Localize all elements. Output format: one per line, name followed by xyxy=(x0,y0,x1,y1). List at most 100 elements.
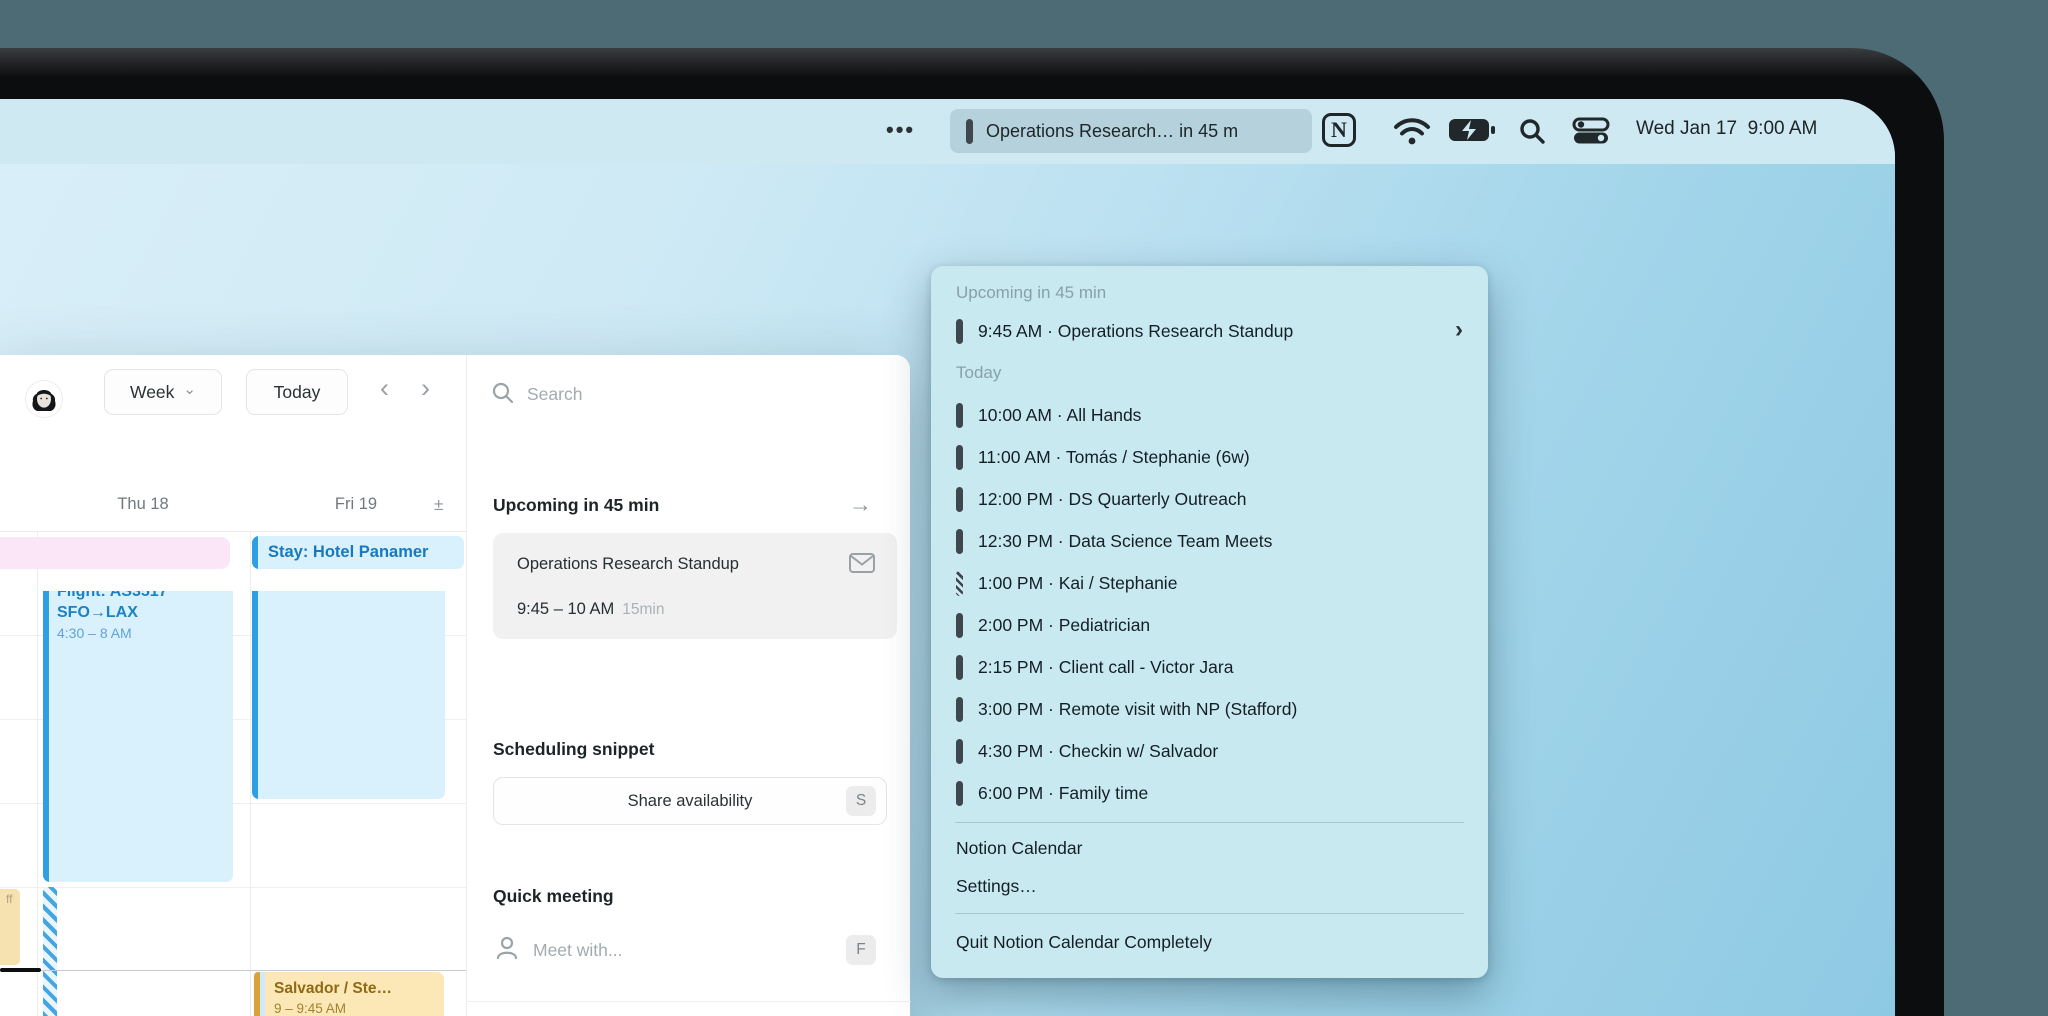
menu-item-settings[interactable]: Settings… xyxy=(931,867,1488,905)
card-event-time: 9:45 – 10 AM 15min xyxy=(517,600,665,618)
current-time-line xyxy=(41,970,466,971)
battery-charging-icon[interactable] xyxy=(1448,117,1496,143)
menu-item-quit[interactable]: Quit Notion Calendar Completely xyxy=(931,923,1488,961)
dropdown-event-item[interactable]: 2:00 PM · Pediatrician xyxy=(931,604,1488,646)
calendar-menu-dropdown: Upcoming in 45 min 9:45 AM · Operations … xyxy=(931,266,1488,978)
dropdown-event-label: 6:00 PM · Family time xyxy=(978,782,1149,803)
card-event-duration: 15min xyxy=(622,601,665,618)
search-icon xyxy=(492,382,514,404)
event-bar-icon xyxy=(956,612,963,638)
dropdown-event-label: 2:00 PM · Pediatrician xyxy=(978,614,1151,635)
dropdown-event-item[interactable]: 10:00 AM · All Hands xyxy=(931,394,1488,436)
next-week-button[interactable]: › xyxy=(421,373,430,404)
desktop: ••• Operations Research… in 45 m N Wed J… xyxy=(0,0,2048,1016)
all-day-event-pink[interactable] xyxy=(0,537,230,569)
screen-wallpaper: ••• Operations Research… in 45 m N Wed J… xyxy=(0,99,1895,1016)
event-bar-icon xyxy=(956,780,963,806)
dropdown-today-header: Today xyxy=(956,363,1002,382)
event-color-bar xyxy=(43,591,49,882)
wifi-icon[interactable] xyxy=(1392,117,1432,147)
dropdown-event-item[interactable]: 12:00 PM · DS Quarterly Outreach xyxy=(931,478,1488,520)
menu-item-notion-calendar[interactable]: Notion Calendar xyxy=(931,829,1488,867)
menu-bar-calendar-label: Operations Research… in 45 m xyxy=(986,120,1239,141)
notion-badge-letter: N xyxy=(1331,117,1347,142)
dropdown-event-label: 1:00 PM · Kai / Stephanie xyxy=(978,572,1178,593)
event-bar-icon xyxy=(956,738,963,764)
dropdown-event-item[interactable]: 4:30 PM · Checkin w/ Salvador xyxy=(931,730,1488,772)
dropdown-event-label: 11:00 AM · Tomás / Stephanie (6w) xyxy=(978,446,1250,467)
search-input[interactable] xyxy=(525,379,789,409)
dropdown-event-item[interactable]: 1:00 PM · Kai / Stephanie xyxy=(931,562,1488,604)
email-icon[interactable] xyxy=(849,553,875,573)
scheduling-section-title: Scheduling snippet xyxy=(493,739,655,759)
event-bar-icon xyxy=(956,654,963,680)
notion-menu-icon[interactable]: N xyxy=(1322,113,1356,147)
event-bar-icon xyxy=(956,318,963,344)
dropdown-event-item[interactable]: 12:30 PM · Data Science Team Meets xyxy=(931,520,1488,562)
event-bar-icon xyxy=(956,528,963,554)
today-button-label: Today xyxy=(273,381,321,402)
side-panel: Upcoming in 45 min → Operations Research… xyxy=(466,355,911,1016)
quick-meeting-section-title: Quick meeting xyxy=(493,886,614,906)
arrow-right-icon[interactable]: → xyxy=(849,491,872,518)
event-title: Stay: Hotel Panamer xyxy=(268,543,429,561)
event-subtitle: SFO→LAX xyxy=(57,604,138,621)
event-bar-icon xyxy=(956,486,963,512)
view-selector-button[interactable]: Week ⌄ xyxy=(104,369,222,415)
event-bar-icon xyxy=(956,402,963,428)
event-bar-icon xyxy=(956,696,963,722)
menu-bar: ••• Operations Research… in 45 m N Wed J… xyxy=(0,99,1895,164)
event-stay-hotel[interactable]: Stay: Hotel Panamer xyxy=(252,536,464,569)
event-color-bar xyxy=(252,591,258,799)
hour-line xyxy=(0,887,466,888)
share-availability-label: Share availability xyxy=(627,791,753,810)
dropdown-event-list: 10:00 AM · All Hands 11:00 AM · Tomás / … xyxy=(931,394,1488,814)
meet-with-input[interactable] xyxy=(531,935,775,965)
day-header-thu[interactable]: Thu 18 xyxy=(93,495,193,514)
prev-week-button[interactable]: ‹ xyxy=(380,373,389,404)
card-event-title: Operations Research Standup xyxy=(517,555,739,573)
timezone-icon[interactable]: ± xyxy=(434,495,443,515)
event-bar-icon xyxy=(966,118,973,144)
upcoming-event-card[interactable]: Operations Research Standup 9:45 – 10 AM… xyxy=(493,533,897,639)
dropdown-event-label: 4:30 PM · Checkin w/ Salvador xyxy=(978,740,1219,761)
event-fri-block[interactable] xyxy=(252,591,445,799)
dropdown-event-item[interactable]: 3:00 PM · Remote visit with NP (Stafford… xyxy=(931,688,1488,730)
menu-bar-overflow-icon[interactable]: ••• xyxy=(886,117,915,143)
event-flight[interactable]: Flight: AS3517 SFO→LAX 4:30 – 8 AM xyxy=(43,591,233,882)
dropdown-event-item[interactable]: 11:00 AM · Tomás / Stephanie (6w) xyxy=(931,436,1488,478)
event-yellow-clipped[interactable]: ff xyxy=(0,889,20,965)
event-bar-icon xyxy=(956,570,963,596)
dropdown-event-label: 3:00 PM · Remote visit with NP (Stafford… xyxy=(978,698,1298,719)
menu-bar-calendar-item[interactable]: Operations Research… in 45 m xyxy=(950,109,1312,153)
day-header-fri[interactable]: Fri 19 xyxy=(306,495,406,514)
timed-grid[interactable]: Flight: AS3517 SFO→LAX 4:30 – 8 AM ff Sa… xyxy=(0,591,466,1016)
event-title: Flight: AS3517 xyxy=(57,591,168,600)
today-button[interactable]: Today xyxy=(246,369,348,415)
chevron-down-icon: ⌄ xyxy=(183,380,196,398)
user-avatar[interactable] xyxy=(26,381,62,417)
menu-bar-clock[interactable]: Wed Jan 17 9:00 AM xyxy=(1636,118,1817,140)
current-time-indicator xyxy=(0,968,41,972)
dropdown-event-label: 2:15 PM · Client call - Victor Jara xyxy=(978,656,1234,677)
shortcut-key-f: F xyxy=(846,935,876,965)
event-time: 4:30 – 8 AM xyxy=(57,625,132,641)
dropdown-divider xyxy=(955,822,1464,823)
spotlight-search-icon[interactable] xyxy=(1518,117,1546,145)
dropdown-featured-event[interactable]: 9:45 AM · Operations Research Standup › xyxy=(931,310,1488,352)
event-salvador[interactable]: Salvador / Ste… 9 – 9:45 AM xyxy=(254,972,444,1016)
event-overlap-bar xyxy=(260,972,265,1016)
shortcut-key-s: S xyxy=(846,786,876,816)
dropdown-event-label: 12:00 PM · DS Quarterly Outreach xyxy=(978,488,1247,509)
event-title: Salvador / Ste… xyxy=(274,980,393,997)
control-center-icon[interactable] xyxy=(1572,117,1610,145)
event-strip-hatched[interactable] xyxy=(43,887,57,1016)
dropdown-event-item[interactable]: 6:00 PM · Family time xyxy=(931,772,1488,814)
dropdown-divider xyxy=(955,913,1464,914)
dropdown-event-item[interactable]: 2:15 PM · Client call - Victor Jara xyxy=(931,646,1488,688)
dropdown-event-label: 12:30 PM · Data Science Team Meets xyxy=(978,530,1273,551)
chevron-right-icon: › xyxy=(1455,315,1463,343)
grid-divider xyxy=(0,531,466,532)
share-availability-button[interactable]: Share availability S xyxy=(493,777,887,825)
dropdown-event-label: 10:00 AM · All Hands xyxy=(978,404,1142,425)
